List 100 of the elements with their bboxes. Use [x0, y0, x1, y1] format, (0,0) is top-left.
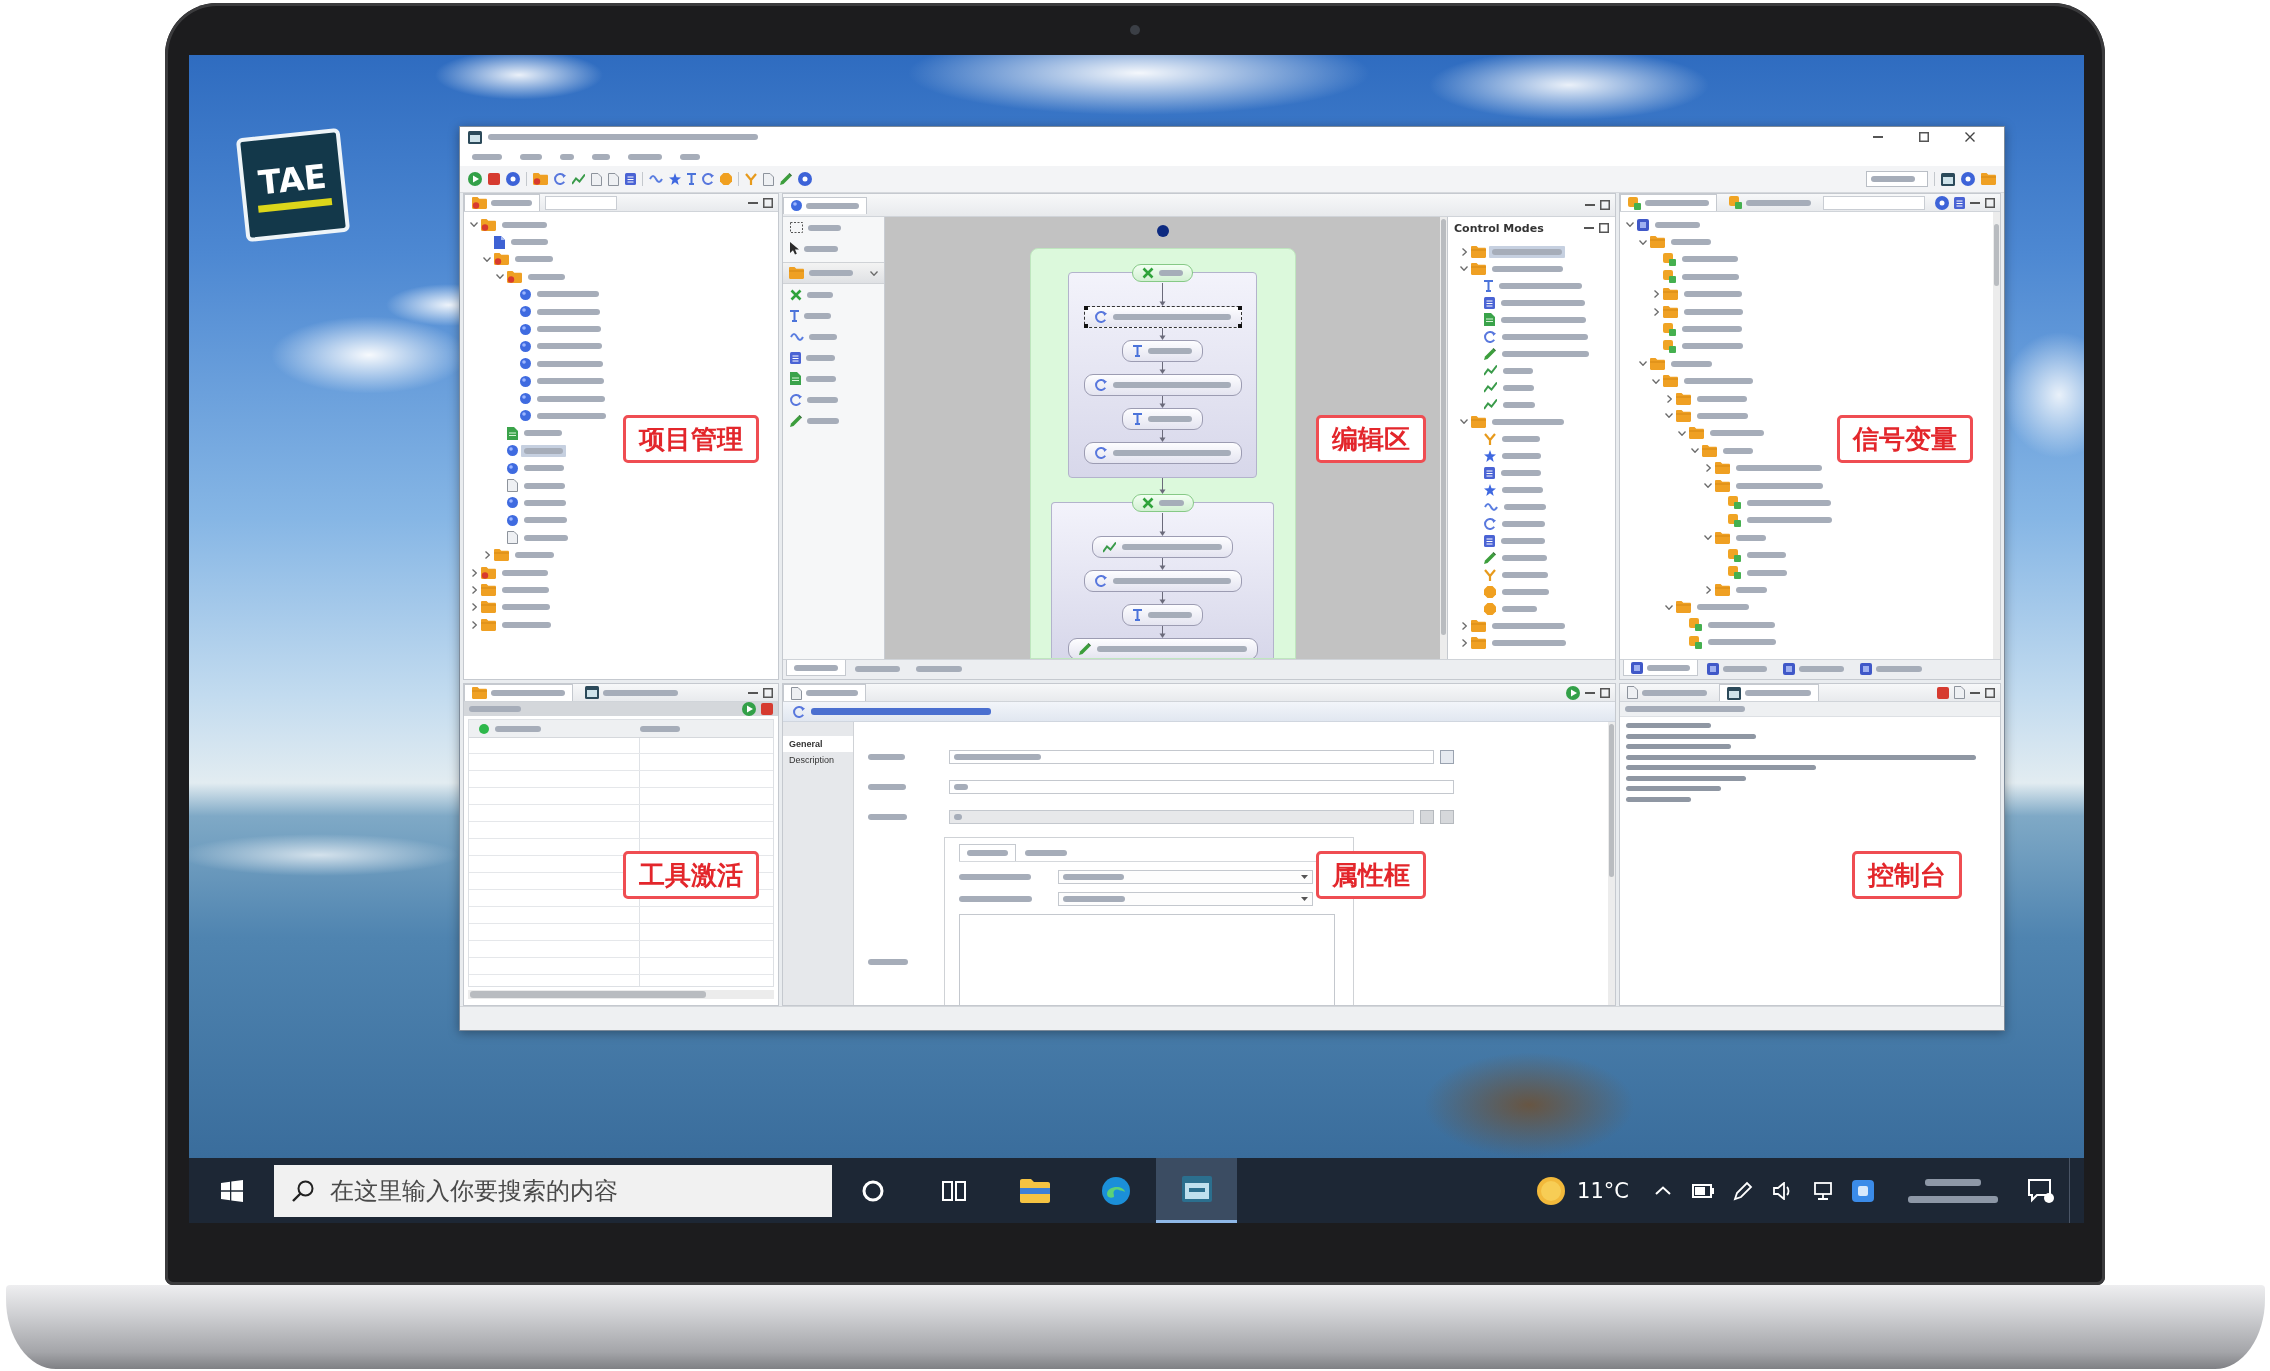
tree-item[interactable] [521, 444, 566, 457]
chevron-right-icon[interactable] [484, 551, 490, 560]
circular-arrow-icon[interactable] [554, 173, 566, 185]
wave-icon[interactable] [649, 175, 663, 183]
flow-node[interactable] [1067, 638, 1258, 658]
filter-field[interactable] [1823, 195, 1925, 210]
chevron-down-icon[interactable] [1704, 483, 1712, 489]
chevron-right-icon[interactable] [1653, 290, 1659, 299]
vertical-scrollbar[interactable] [1608, 722, 1615, 1005]
chevron-right-icon[interactable] [1653, 307, 1659, 316]
page-icon[interactable] [763, 172, 774, 186]
chevron-down-icon[interactable] [1460, 266, 1468, 271]
chevron-right-icon[interactable] [471, 603, 477, 612]
chevron-right-icon[interactable] [1461, 247, 1467, 256]
chart-line-icon[interactable] [572, 173, 585, 185]
star-icon[interactable] [669, 173, 681, 185]
expression-field[interactable] [959, 914, 1335, 1005]
chevron-down-icon[interactable] [1665, 413, 1673, 419]
tab[interactable] [1719, 684, 1819, 701]
chevron-down-icon[interactable] [1626, 222, 1634, 228]
flow-node[interactable] [1083, 374, 1242, 396]
record-icon[interactable] [798, 172, 812, 186]
maximize-icon[interactable] [1985, 197, 1995, 208]
folder-icon[interactable] [1981, 173, 1996, 185]
chevron-right-icon[interactable] [1705, 585, 1711, 594]
chevron-down-icon[interactable] [1460, 419, 1468, 424]
search-icon[interactable] [292, 1179, 314, 1202]
tab[interactable] [1623, 660, 1698, 676]
selection-handle[interactable] [1083, 324, 1088, 328]
selection-handle[interactable] [1237, 324, 1242, 328]
fork-icon[interactable] [745, 173, 757, 185]
chevron-down-icon[interactable] [1691, 448, 1699, 454]
start-dot-icon[interactable] [1156, 225, 1169, 237]
flow-node[interactable] [1092, 536, 1233, 558]
record-icon[interactable] [1961, 172, 1975, 186]
chevron-down-icon[interactable] [1704, 535, 1712, 541]
chevron-down-icon[interactable] [1639, 361, 1647, 367]
stop-icon[interactable] [1937, 686, 1949, 699]
chevron-down-icon[interactable] [1652, 378, 1660, 384]
flow-node[interactable] [1122, 604, 1203, 626]
chevron-up-icon[interactable] [1655, 1186, 1671, 1195]
maximize-icon[interactable] [1600, 200, 1610, 210]
search-field[interactable]: 在这里输入你要搜索的内容 [274, 1164, 832, 1217]
search-input[interactable]: 在这里输入你要搜索的内容 [330, 1176, 814, 1205]
minimize-icon[interactable] [748, 691, 758, 694]
group-header[interactable] [1131, 494, 1194, 512]
square-icon[interactable] [1852, 1179, 1874, 1202]
record-icon[interactable] [506, 172, 520, 186]
page-icon[interactable] [1954, 686, 1965, 699]
logo-badge[interactable]: TAE [235, 127, 351, 243]
quick-access-field[interactable] [1866, 171, 1928, 187]
minimize-icon[interactable] [1970, 691, 1980, 694]
chevron-down-icon[interactable] [870, 270, 878, 276]
chevron-right-icon[interactable] [471, 585, 477, 594]
input-field[interactable] [949, 780, 1454, 794]
small-button[interactable] [1440, 810, 1454, 824]
stop-icon[interactable] [488, 173, 500, 185]
list-block-icon[interactable] [1954, 196, 1965, 209]
horizontal-scrollbar[interactable] [468, 990, 774, 999]
minimize-icon[interactable] [1585, 691, 1595, 694]
pen-icon[interactable] [1733, 1180, 1753, 1201]
list-block-icon[interactable] [625, 173, 636, 185]
maximize-icon[interactable] [1600, 687, 1610, 698]
selection-handle[interactable] [1237, 306, 1242, 310]
circular-arrow-icon[interactable] [702, 173, 714, 185]
maximize-icon[interactable] [763, 687, 773, 698]
maximize-icon[interactable] [1985, 687, 1995, 698]
maximize-icon[interactable] [1919, 132, 1929, 142]
chevron-down-icon[interactable] [1639, 239, 1647, 245]
minimize-icon[interactable] [1970, 201, 1980, 204]
chevron-down-icon[interactable] [483, 256, 491, 262]
selection-handle[interactable] [1083, 306, 1088, 310]
chevron-right-icon[interactable] [1705, 464, 1711, 473]
network-icon[interactable] [1813, 1180, 1833, 1201]
input-field[interactable] [949, 750, 1434, 764]
flow-node[interactable] [1083, 306, 1242, 328]
page-icon[interactable] [608, 172, 619, 186]
chevron-right-icon[interactable] [471, 620, 477, 629]
tab[interactable] [783, 196, 867, 214]
maximize-icon[interactable] [1599, 223, 1609, 233]
flow-node[interactable] [1083, 570, 1242, 592]
dropdown-field[interactable] [1058, 870, 1313, 884]
flow-node[interactable] [1083, 442, 1242, 464]
flow-node[interactable] [1122, 408, 1203, 430]
project-folder-icon[interactable] [533, 173, 548, 185]
side-tab[interactable]: General [783, 736, 853, 752]
page-icon[interactable] [591, 172, 602, 186]
play-icon[interactable] [742, 702, 756, 716]
octagon-icon[interactable] [720, 173, 732, 185]
chevron-right-icon[interactable] [471, 568, 477, 577]
chevron-right-icon[interactable] [1461, 621, 1467, 630]
play-icon[interactable] [468, 172, 482, 186]
group-header[interactable] [1132, 264, 1193, 282]
tree-item[interactable] [1489, 245, 1565, 258]
maximize-icon[interactable] [763, 197, 773, 208]
record-icon[interactable] [1935, 195, 1949, 210]
vertical-scrollbar[interactable] [1993, 212, 2000, 659]
weather-button[interactable]: 11°C [1525, 1158, 1643, 1223]
app-window-icon[interactable] [1941, 172, 1955, 186]
minimize-icon[interactable] [748, 201, 758, 204]
